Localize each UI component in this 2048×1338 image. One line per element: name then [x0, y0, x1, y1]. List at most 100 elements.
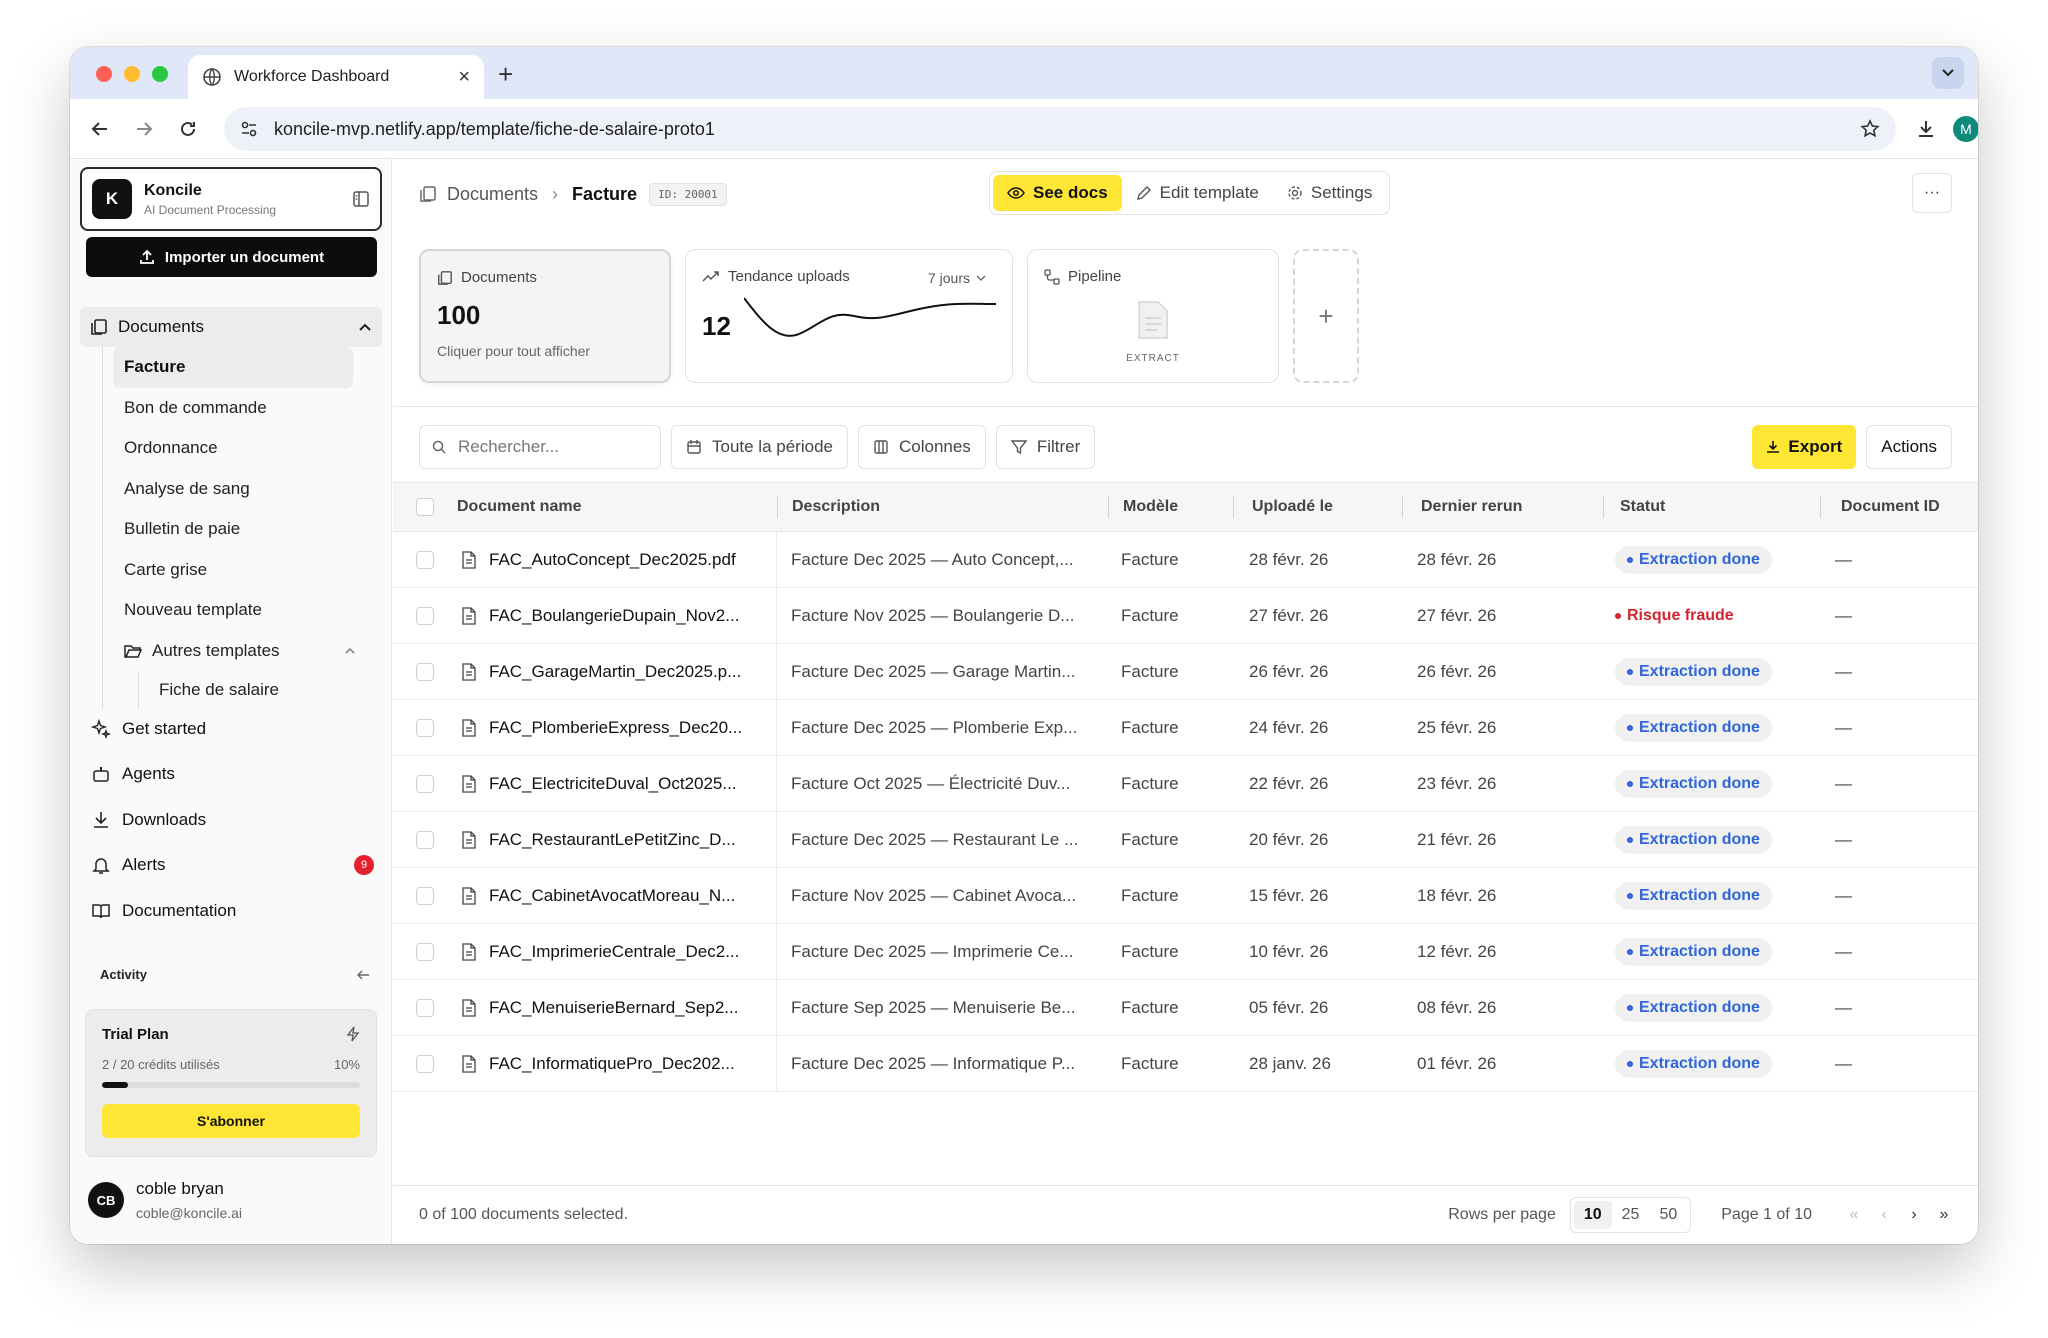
subscribe-button[interactable]: S'abonner — [102, 1104, 360, 1138]
forward-button[interactable] — [128, 113, 160, 145]
user-profile[interactable]: CB coble bryan coble@koncile.ai — [88, 1179, 242, 1221]
row-checkbox[interactable] — [416, 886, 434, 905]
tab-search-button[interactable] — [1932, 57, 1964, 89]
profile-button[interactable]: M — [1950, 113, 1978, 145]
table-row[interactable]: FAC_PlomberieExpress_Dec20... Facture Dec… — [393, 700, 1978, 756]
add-card-button[interactable]: + — [1293, 249, 1359, 383]
sidebar-item-documents[interactable]: Documents — [80, 307, 382, 347]
downloads-button[interactable] — [1910, 113, 1942, 145]
col-model[interactable]: Modèle — [1123, 498, 1178, 515]
row-checkbox[interactable] — [416, 550, 434, 569]
row-checkbox[interactable] — [416, 998, 434, 1017]
document-name[interactable]: FAC_RestaurantLePetitZinc_D... — [489, 830, 736, 850]
row-checkbox[interactable] — [416, 606, 434, 625]
row-checkbox[interactable] — [416, 774, 434, 793]
period-filter-button[interactable]: Toute la période — [671, 425, 848, 469]
row-checkbox[interactable] — [416, 1054, 434, 1073]
sidebar-item-get-started[interactable]: Get started — [90, 706, 382, 752]
row-checkbox[interactable] — [416, 942, 434, 961]
actions-button[interactable]: Actions — [1866, 425, 1952, 469]
sidebar-item-analyse-de-sang[interactable]: Analyse de sang — [103, 469, 382, 510]
document-name[interactable]: FAC_CabinetAvocatMoreau_N... — [489, 886, 735, 906]
eye-icon — [1007, 187, 1025, 199]
settings-button[interactable]: Settings — [1273, 175, 1386, 211]
document-name[interactable]: FAC_ImprimerieCentrale_Dec2... — [489, 942, 739, 962]
table-row[interactable]: FAC_MenuiserieBernard_Sep2... Facture Sep… — [393, 980, 1978, 1036]
columns-button[interactable]: Colonnes — [857, 425, 986, 469]
table-row[interactable]: FAC_ImprimerieCentrale_Dec2... Facture De… — [393, 924, 1978, 980]
sidebar-item-ordonnance[interactable]: Ordonnance — [103, 428, 382, 469]
last-page-button[interactable]: » — [1936, 1206, 1952, 1224]
table-row[interactable]: FAC_RestaurantLePetitZinc_D... Facture De… — [393, 812, 1978, 868]
close-window-button[interactable] — [96, 66, 112, 82]
documents-icon — [420, 186, 436, 202]
see-docs-button[interactable]: See docs — [993, 175, 1122, 211]
table-row[interactable]: FAC_BoulangerieDupain_Nov2... Facture Nov… — [393, 588, 1978, 644]
export-button[interactable]: Export — [1752, 425, 1857, 469]
close-tab-icon[interactable]: × — [458, 66, 470, 89]
download-icon — [94, 811, 108, 828]
uploaded-date: 05 févr. 26 — [1249, 997, 1329, 1017]
star-icon[interactable] — [1860, 119, 1880, 139]
rows-option-10[interactable]: 10 — [1573, 1201, 1612, 1229]
sidebar-item-facture[interactable]: Facture — [113, 347, 353, 388]
sidebar-item-documentation[interactable]: Documentation — [90, 888, 382, 934]
documents-card[interactable]: Documents 100 Cliquer pour tout afficher — [419, 249, 671, 383]
pipeline-card[interactable]: Pipeline EXTRACT — [1027, 249, 1279, 383]
col-uploaded[interactable]: Uploadé le — [1252, 498, 1333, 515]
filter-button[interactable]: Filtrer — [995, 425, 1096, 469]
document-name[interactable]: FAC_MenuiserieBernard_Sep2... — [489, 998, 738, 1018]
collapse-arrow-icon[interactable] — [356, 969, 370, 981]
import-document-button[interactable]: Importer un document — [86, 237, 377, 277]
row-checkbox[interactable] — [416, 718, 434, 737]
breadcrumb-documents[interactable]: Documents — [447, 184, 538, 205]
table-row[interactable]: FAC_InformatiquePro_Dec202... Facture Dec… — [393, 1036, 1978, 1092]
document-name[interactable]: FAC_InformatiquePro_Dec202... — [489, 1054, 735, 1074]
col-last-rerun[interactable]: Dernier rerun — [1421, 498, 1522, 515]
col-document-name[interactable]: Document name — [457, 498, 581, 516]
new-tab-button[interactable]: + — [498, 59, 513, 90]
trend-period-select[interactable]: 7 jours — [928, 270, 986, 286]
brand-switcher[interactable]: K Koncile AI Document Processing — [80, 167, 382, 231]
back-button[interactable] — [84, 113, 116, 145]
row-checkbox[interactable] — [416, 830, 434, 849]
col-document-id[interactable]: Document ID — [1841, 498, 1940, 515]
more-options-button[interactable]: ··· — [1912, 173, 1952, 213]
col-description[interactable]: Description — [792, 498, 880, 515]
edit-template-button[interactable]: Edit template — [1122, 175, 1273, 211]
reload-button[interactable] — [172, 113, 204, 145]
site-settings-icon[interactable] — [240, 120, 258, 138]
sidebar-item-bon-de-commande[interactable]: Bon de commande — [103, 388, 382, 429]
table-row[interactable]: FAC_GarageMartin_Dec2025.p... Facture Dec… — [393, 644, 1978, 700]
rows-option-25[interactable]: 25 — [1612, 1201, 1650, 1229]
row-checkbox[interactable] — [416, 662, 434, 681]
sidebar-item-autres-templates[interactable]: Autres templates — [103, 631, 382, 672]
address-bar[interactable]: koncile-mvp.netlify.app/template/fiche-d… — [224, 107, 1896, 151]
first-page-button[interactable]: « — [1846, 1206, 1862, 1224]
browser-tab[interactable]: Workforce Dashboard × — [188, 55, 484, 99]
prev-page-button[interactable]: ‹ — [1876, 1206, 1892, 1224]
document-name[interactable]: FAC_AutoConcept_Dec2025.pdf — [489, 550, 736, 570]
document-name[interactable]: FAC_PlomberieExpress_Dec20... — [489, 718, 742, 738]
sidebar-item-bulletin-de-paie[interactable]: Bulletin de paie — [103, 509, 382, 550]
table-row[interactable]: FAC_CabinetAvocatMoreau_N... Facture Nov … — [393, 868, 1978, 924]
document-name[interactable]: FAC_ElectriciteDuval_Oct2025... — [489, 774, 737, 794]
next-page-button[interactable]: › — [1906, 1206, 1922, 1224]
sidebar-item-agents[interactable]: Agents — [90, 752, 382, 798]
document-name[interactable]: FAC_GarageMartin_Dec2025.p... — [489, 662, 741, 682]
minimize-window-button[interactable] — [124, 66, 140, 82]
rows-option-50[interactable]: 50 — [1649, 1201, 1687, 1229]
sidebar-item-nouveau-template[interactable]: Nouveau template — [103, 590, 382, 631]
document-name[interactable]: FAC_BoulangerieDupain_Nov2... — [489, 606, 739, 626]
select-all-checkbox[interactable] — [416, 498, 434, 516]
search-input[interactable]: Rechercher... — [419, 425, 661, 469]
col-status[interactable]: Statut — [1620, 498, 1665, 515]
table-row[interactable]: FAC_ElectriciteDuval_Oct2025... Facture O… — [393, 756, 1978, 812]
sidebar-item-carte-grise[interactable]: Carte grise — [103, 550, 382, 591]
sidebar-item-downloads[interactable]: Downloads — [90, 797, 382, 843]
sidebar-item-fiche-de-salaire[interactable]: Fiche de salaire — [138, 671, 382, 709]
sidebar-toggle-icon[interactable] — [352, 190, 370, 208]
table-row[interactable]: FAC_AutoConcept_Dec2025.pdf Facture Dec 2… — [393, 532, 1978, 588]
maximize-window-button[interactable] — [152, 66, 168, 82]
sidebar-item-alerts[interactable]: Alerts 9 — [90, 843, 382, 889]
